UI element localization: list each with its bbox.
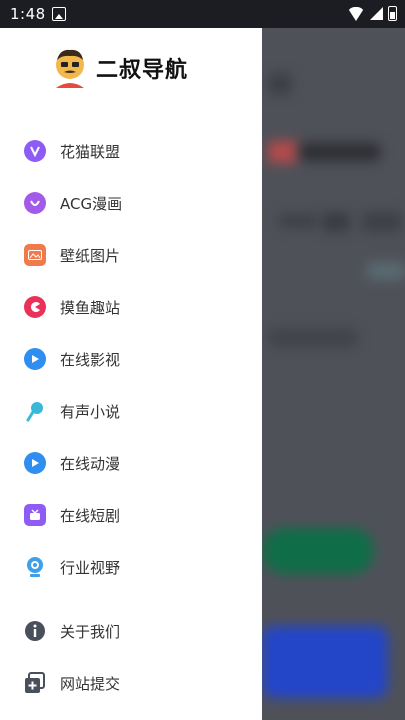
status-bar: 1:48 (0, 0, 405, 28)
submit-icon (24, 672, 46, 694)
about-us-item[interactable]: 关于我们 (24, 616, 120, 646)
menu-item-acg-comics[interactable]: ACG漫画 (24, 188, 122, 218)
blurred-block (362, 212, 402, 232)
menu-item-short-dramas[interactable]: 在线短剧 (24, 500, 120, 530)
play-icon (24, 348, 46, 370)
blurred-button (262, 626, 388, 698)
avatar (52, 48, 88, 88)
blurred-block (366, 262, 405, 280)
menu-item-audio-novels[interactable]: 有声小说 (24, 396, 120, 426)
menu-item-label: 在线影视 (60, 350, 121, 369)
app-title: 二叔导航 (96, 58, 189, 83)
drawer-header: 二叔导航 (52, 48, 188, 88)
menu-item-wallpapers[interactable]: 壁纸图片 (24, 240, 120, 270)
menu-item-cat-league[interactable]: 花猫联盟 (24, 136, 120, 166)
menu-item-online-anime[interactable]: 在线动漫 (24, 448, 120, 478)
menu-item-industry-vision[interactable]: 行业视野 (24, 552, 120, 582)
menu-item-online-movies[interactable]: 在线影视 (24, 344, 120, 374)
menu-item-label: 有声小说 (60, 402, 121, 421)
navigation-drawer: 二叔导航 花猫联盟 ACG漫画 壁纸图片 摸鱼趣站 在线影视 有声小说 在线动漫… (0, 28, 262, 720)
menu-item-label: 摸鱼趣站 (60, 298, 121, 317)
battery-icon (388, 6, 397, 21)
menu-item-fun-sites[interactable]: 摸鱼趣站 (24, 292, 120, 322)
menu-item-label: 花猫联盟 (60, 142, 121, 161)
submit-site-item[interactable]: 网站提交 (24, 668, 120, 698)
cat-league-icon (24, 140, 46, 162)
blurred-block (278, 214, 318, 228)
gallery-icon (52, 7, 66, 21)
microphone-icon (24, 400, 46, 422)
wallpaper-icon (24, 244, 46, 266)
signal-icon (370, 7, 383, 20)
blurred-block (268, 328, 358, 348)
game-icon (24, 296, 46, 318)
menu-item-label: 在线动漫 (60, 454, 121, 473)
submit-site-label: 网站提交 (60, 674, 121, 693)
camera-icon (24, 556, 46, 578)
blurred-block (300, 143, 380, 161)
status-time: 1:48 (10, 5, 46, 23)
menu-item-label: 在线短剧 (60, 506, 121, 525)
blurred-block (268, 141, 298, 163)
play-icon (24, 452, 46, 474)
blurred-button (262, 528, 374, 574)
tv-icon (24, 504, 46, 526)
smile-icon (24, 192, 46, 214)
blurred-block (322, 212, 350, 232)
blurred-block (268, 73, 292, 95)
about-us-label: 关于我们 (60, 622, 121, 641)
menu-item-label: ACG漫画 (60, 194, 123, 213)
status-icons (347, 6, 397, 21)
menu-item-label: 行业视野 (60, 558, 121, 577)
menu-item-label: 壁纸图片 (60, 246, 121, 265)
wifi-icon (347, 6, 365, 21)
info-icon (24, 620, 46, 642)
